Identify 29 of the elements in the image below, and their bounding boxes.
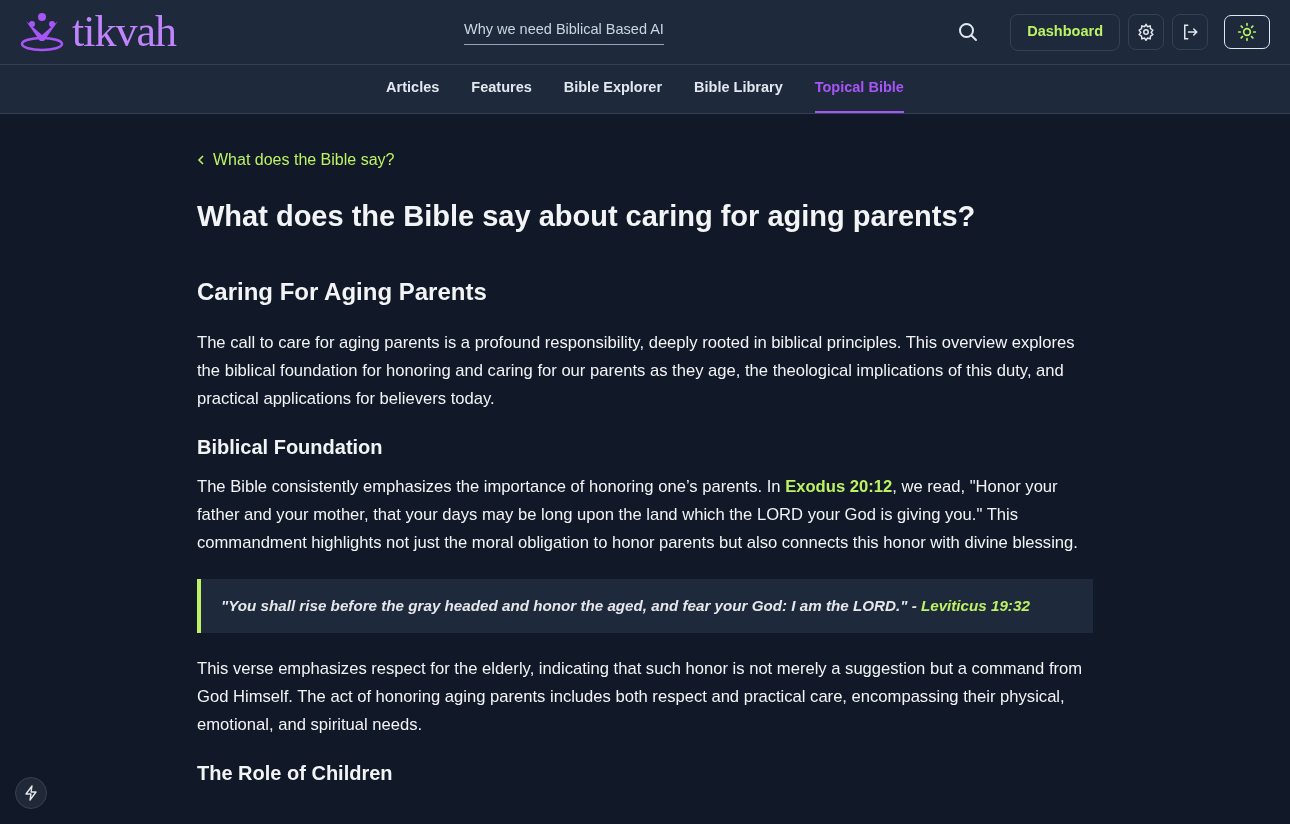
logo-text[interactable]: tikvah (72, 10, 176, 54)
subsection-heading: Biblical Foundation (197, 434, 384, 459)
nav-tab[interactable]: Features (471, 63, 532, 113)
verse-link[interactable]: Exodus 20:12 (785, 476, 893, 496)
page-title: What does the Bible say about caring for aging parents? (197, 199, 977, 234)
paragraph: This verse emphasizes respect for the elderly, indicating that such honor is not merely a suggestion but a command from God Himself. The act of honoring aging parents includes both respect and practical care, encompassing their physical, emotional, and spiritual needs. (197, 658, 1084, 737)
theme-toggle-button[interactable] (1224, 15, 1270, 49)
nav-tab[interactable]: Bible Explorer (563, 63, 663, 113)
gear-icon (1137, 23, 1155, 41)
sun-icon (1237, 22, 1257, 42)
subsection-heading: The Role of Children (197, 761, 394, 786)
nav-tab[interactable]: Bible Library (694, 63, 783, 113)
logout-icon (1181, 23, 1199, 41)
bolt-button[interactable] (15, 777, 47, 809)
section-heading: Caring For Aging Parents (197, 277, 488, 307)
verse-link[interactable]: Leviticus 19:32 (920, 596, 1030, 614)
promo-link[interactable]: Why we need Biblical Based AI (464, 19, 664, 45)
nav-tab[interactable]: Articles (386, 63, 440, 113)
logout-button[interactable] (1172, 14, 1208, 50)
paragraph: The call to care for aging parents is a profound responsibility, deeply rooted in biblical principles. This overview explores the biblical foundation for honoring and caring for our parents as they age, the theological implications of this duty, and practical applications for believers today. (197, 331, 1076, 410)
lightning-icon (24, 785, 38, 801)
chevron-left-icon (197, 154, 205, 166)
dashboard-button[interactable]: Dashboard (1010, 13, 1120, 51)
search-icon[interactable] (958, 22, 979, 42)
settings-button[interactable] (1128, 14, 1164, 50)
nav-tab[interactable]: Topical Bible (814, 63, 904, 113)
back-link[interactable]: What does the Bible say? (197, 148, 395, 172)
paragraph: The Bible consistently emphasizes the importance of honoring one’s parents. In Exodus 20:12, we read, "Honor your father and your mother, that your days may be long upon the land which the LORD your God is giving you." This commandment highlights not just the moral obligation to honor parents but also connects this honor with divine blessing. (197, 475, 1079, 554)
scripture-quote: "You shall rise before the gray headed and honor the aged, and fear your God: I am the LORD." - Leviticus 19:32 (197, 578, 1093, 634)
